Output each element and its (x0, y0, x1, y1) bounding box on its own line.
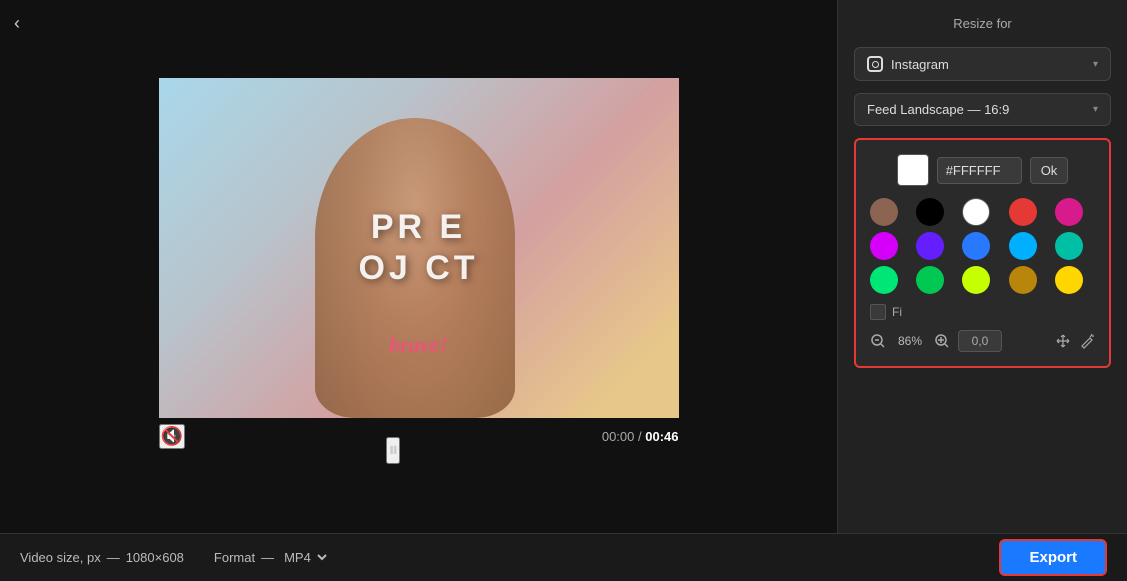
video-size-label: Video size, px (20, 550, 101, 565)
video-container: PR E OJ CT brave! (159, 78, 679, 418)
format-info: Format — MP4 MOV GIF (214, 549, 330, 566)
platform-dropdown[interactable]: Instagram ▾ (854, 47, 1111, 81)
zoom-percentage: 86% (894, 334, 926, 348)
video-text-overlay: PR E OJ CT (358, 207, 478, 289)
format-select[interactable]: MP4 MOV GIF (280, 549, 330, 566)
color-swatches-grid (870, 198, 1095, 294)
swatch-lime[interactable] (962, 266, 990, 294)
swatch-white[interactable] (962, 198, 990, 226)
swatch-yellow[interactable] (1055, 266, 1083, 294)
platform-label: Instagram (891, 57, 949, 72)
resize-label: Resize for (854, 16, 1111, 31)
export-button[interactable]: Export (999, 539, 1107, 576)
position-input[interactable] (958, 330, 1002, 352)
swatch-dark-green[interactable] (916, 266, 944, 294)
video-subtext: brave! (389, 332, 448, 358)
fill-label: Fi (892, 305, 902, 319)
move-icon (1055, 333, 1071, 349)
swatch-dark-gold[interactable] (1009, 266, 1037, 294)
swatch-brown[interactable] (870, 198, 898, 226)
right-panel: Resize for Instagram ▾ Feed Landscape — … (837, 0, 1127, 533)
format-dropdown[interactable]: Feed Landscape — 16:9 ▾ (854, 93, 1111, 126)
instagram-icon (867, 56, 883, 72)
swatch-teal[interactable] (1055, 232, 1083, 260)
active-color-swatch (897, 154, 929, 186)
video-controls-row: 🔇 ⏸ 00:00 / 00:46 (159, 418, 679, 455)
magic-button[interactable] (1079, 333, 1095, 349)
bottom-bar: Video size, px — 1080×608 Format — MP4 M… (0, 533, 1127, 581)
swatch-pink[interactable] (1055, 198, 1083, 226)
color-preview-row: Ok (870, 154, 1095, 186)
swatch-green[interactable] (870, 266, 898, 294)
chevron-down-icon-2: ▾ (1093, 104, 1098, 115)
format-label: Feed Landscape — 16:9 (867, 102, 1009, 117)
pause-button[interactable]: ⏸ (386, 437, 400, 464)
magic-icon (1079, 333, 1095, 349)
chevron-down-icon: ▾ (1093, 59, 1098, 70)
swatch-blue[interactable] (962, 232, 990, 260)
zoom-in-icon (934, 333, 950, 349)
swatch-black[interactable] (916, 198, 944, 226)
sep1: — (107, 550, 120, 565)
color-picker-panel: Ok (854, 138, 1111, 368)
swatch-purple[interactable] (916, 232, 944, 260)
time-display: 00:00 / 00:46 (602, 429, 679, 444)
video-size-info: Video size, px — 1080×608 (20, 550, 184, 565)
back-button[interactable]: ‹ (14, 14, 20, 32)
swatch-red[interactable] (1009, 198, 1037, 226)
move-button[interactable] (1055, 333, 1071, 349)
format-label: Format (214, 550, 255, 565)
zoom-out-button[interactable] (870, 333, 886, 349)
zoom-controls: 86% (870, 330, 1095, 352)
fill-checkbox[interactable] (870, 304, 886, 320)
sep2: — (261, 550, 274, 565)
swatch-magenta[interactable] (870, 232, 898, 260)
swatch-light-blue[interactable] (1009, 232, 1037, 260)
fill-row: Fi (870, 304, 1095, 320)
zoom-in-button[interactable] (934, 333, 950, 349)
hex-input[interactable] (937, 157, 1022, 184)
zoom-out-icon (870, 333, 886, 349)
video-size-value: 1080×608 (126, 550, 184, 565)
ok-button[interactable]: Ok (1030, 157, 1069, 184)
video-panel: ‹ PR E OJ CT brave! 🔇 ⏸ 00:00 / 00:46 (0, 0, 837, 533)
mute-button[interactable]: 🔇 (159, 424, 185, 449)
